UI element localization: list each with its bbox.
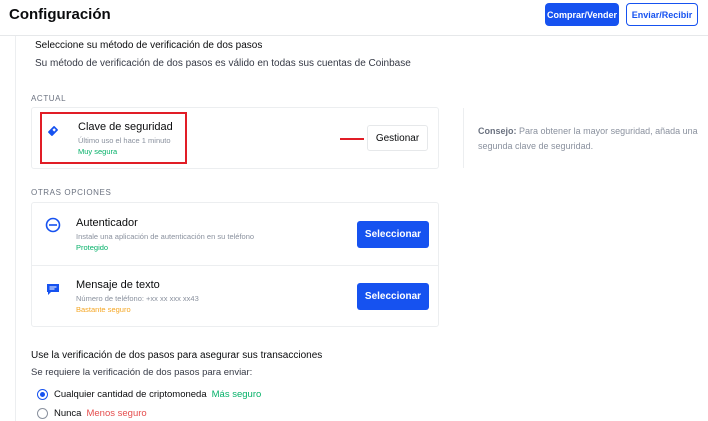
left-divider (15, 36, 16, 421)
select-sms-button[interactable]: Seleccionar (357, 283, 429, 310)
send-receive-button[interactable]: Enviar/Recibir (626, 3, 698, 26)
sms-title: Mensaje de texto (76, 279, 160, 291)
tip-label: Consejo: (478, 126, 517, 136)
authenticator-description: Instale una aplicación de autenticación … (76, 232, 255, 241)
more-secure-note: Más seguro (211, 388, 262, 400)
radio-never[interactable] (37, 407, 48, 419)
sms-status: Bastante seguro (76, 305, 131, 314)
other-options-card: Autenticador Instale una aplicación de a… (31, 202, 439, 327)
tip: Consejo: Para obtener la mayor seguridad… (478, 124, 704, 154)
transactions-heading: Use la verificación de dos pasos para as… (31, 350, 323, 361)
select-authenticator-button[interactable]: Seleccionar (357, 221, 429, 248)
buy-sell-button[interactable]: Comprar/Vender (545, 3, 619, 26)
radio-option-any-amount[interactable]: Cualquier cantidad de criptomoneda Más s… (37, 387, 261, 401)
top-header: Configuración Comprar/Vender Enviar/Reci… (0, 0, 708, 36)
two-step-subheading: Su método de verificación de dos pasos e… (35, 58, 411, 69)
page-title: Configuración (9, 6, 111, 23)
annotation-line (340, 138, 364, 140)
current-group-label: ACTUAL (31, 94, 67, 103)
authenticator-title: Autenticador (76, 217, 138, 229)
radio-never-label: Nunca (54, 407, 82, 419)
manage-button[interactable]: Gestionar (367, 125, 428, 151)
authenticator-icon (45, 217, 61, 238)
highlight-box (40, 112, 187, 164)
radio-any-amount[interactable] (37, 388, 48, 400)
sms-icon (45, 281, 61, 302)
other-options-group-label: OTRAS OPCIONES (31, 188, 112, 197)
radio-option-never[interactable]: Nunca Menos seguro (37, 406, 147, 420)
radio-any-amount-label: Cualquier cantidad de criptomoneda (54, 388, 207, 400)
less-secure-note: Menos seguro (86, 407, 147, 419)
tip-divider (463, 108, 464, 168)
authenticator-status: Protegido (76, 243, 109, 252)
transactions-subheading: Se requiere la verificación de dos pasos… (31, 367, 253, 378)
row-divider (32, 265, 438, 266)
sms-phone-number: Número de teléfono: +xx xx xxx xx43 (76, 294, 199, 303)
two-step-heading: Seleccione su método de verificación de … (35, 40, 263, 51)
